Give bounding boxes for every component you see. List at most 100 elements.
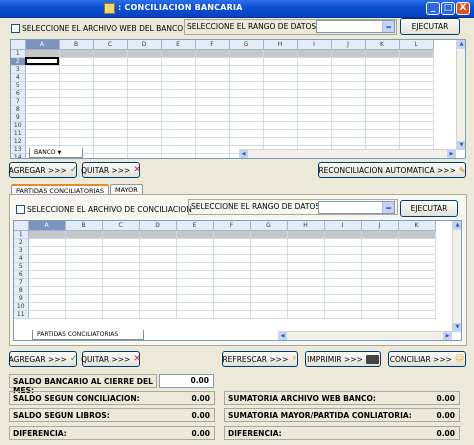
grid-cell[interactable] bbox=[195, 81, 230, 90]
column-header[interactable]: D bbox=[139, 221, 177, 231]
grid-cell[interactable] bbox=[176, 230, 214, 239]
grid-cell[interactable] bbox=[287, 246, 325, 255]
grid-cell[interactable] bbox=[324, 230, 362, 239]
column-header[interactable]: C bbox=[93, 40, 128, 50]
grid-cell[interactable] bbox=[195, 105, 230, 114]
grid-cell[interactable] bbox=[399, 65, 434, 74]
maximize-button[interactable]: □ bbox=[441, 2, 455, 15]
grid-cell[interactable] bbox=[59, 57, 94, 66]
grid-cell[interactable] bbox=[102, 270, 140, 279]
grid-cell[interactable] bbox=[65, 262, 103, 271]
column-header[interactable]: K bbox=[365, 40, 400, 50]
grid-cell[interactable] bbox=[398, 294, 436, 303]
grid-cell[interactable] bbox=[139, 294, 177, 303]
grid-cell[interactable] bbox=[263, 89, 298, 98]
grid-cell[interactable] bbox=[127, 89, 162, 98]
grid-cell[interactable] bbox=[324, 278, 362, 287]
row-header[interactable]: 9 bbox=[14, 294, 29, 303]
grid-cell[interactable] bbox=[65, 302, 103, 311]
column-header[interactable]: I bbox=[297, 40, 332, 50]
recon-file-checkbox[interactable] bbox=[16, 205, 25, 214]
grid-cell[interactable] bbox=[398, 230, 436, 239]
grid-cell[interactable] bbox=[398, 262, 436, 271]
grid-cell[interactable] bbox=[139, 302, 177, 311]
grid-cell[interactable] bbox=[250, 294, 288, 303]
grid-cell[interactable] bbox=[287, 278, 325, 287]
grid-cell[interactable] bbox=[139, 270, 177, 279]
grid-cell[interactable] bbox=[365, 89, 400, 98]
minimize-button[interactable]: _ bbox=[426, 2, 440, 15]
grid-cell[interactable] bbox=[59, 89, 94, 98]
row-header[interactable]: 11 bbox=[11, 129, 26, 138]
row-header[interactable]: 10 bbox=[11, 121, 26, 130]
grid-cell[interactable] bbox=[365, 97, 400, 106]
grid-cell[interactable] bbox=[28, 270, 66, 279]
recon-sheet-tab[interactable]: PARTIDAS CONCILIATORIAS bbox=[32, 330, 144, 340]
grid-cell[interactable] bbox=[176, 294, 214, 303]
refresh-button[interactable]: REFRESCAR >>> ⚡ bbox=[222, 351, 298, 367]
grid-cell[interactable] bbox=[176, 246, 214, 255]
grid-cell[interactable] bbox=[287, 254, 325, 263]
grid-cell[interactable] bbox=[195, 113, 230, 122]
grid-cell[interactable] bbox=[399, 121, 434, 130]
grid-cell[interactable] bbox=[93, 73, 128, 82]
grid-cell[interactable] bbox=[59, 137, 94, 146]
row-header[interactable]: 1 bbox=[14, 230, 29, 239]
grid-cell[interactable] bbox=[102, 262, 140, 271]
grid-cell[interactable] bbox=[263, 105, 298, 114]
grid-cell[interactable] bbox=[250, 278, 288, 287]
grid-cell[interactable] bbox=[297, 113, 332, 122]
grid-cell[interactable] bbox=[365, 137, 400, 146]
grid-cell[interactable] bbox=[93, 65, 128, 74]
grid-cell[interactable] bbox=[25, 89, 60, 98]
grid-cell[interactable] bbox=[361, 286, 399, 295]
grid-cell[interactable] bbox=[361, 238, 399, 247]
grid-cell[interactable] bbox=[195, 121, 230, 130]
column-header[interactable]: E bbox=[161, 40, 196, 50]
grid-cell[interactable] bbox=[399, 49, 434, 58]
grid-cell[interactable] bbox=[287, 270, 325, 279]
grid-cell[interactable] bbox=[213, 270, 251, 279]
grid-cell[interactable] bbox=[365, 73, 400, 82]
grid-cell[interactable] bbox=[127, 113, 162, 122]
row-header[interactable]: 4 bbox=[14, 254, 29, 263]
grid-cell[interactable] bbox=[229, 105, 264, 114]
grid-cell[interactable] bbox=[59, 73, 94, 82]
grid-cell[interactable] bbox=[127, 153, 162, 158]
grid-cell[interactable] bbox=[331, 57, 366, 66]
grid-cell[interactable] bbox=[25, 81, 60, 90]
row-header[interactable]: 3 bbox=[14, 246, 29, 255]
grid-cell[interactable] bbox=[398, 254, 436, 263]
grid-cell[interactable] bbox=[287, 294, 325, 303]
grid-cell[interactable] bbox=[361, 302, 399, 311]
grid-cell[interactable] bbox=[25, 129, 60, 138]
grid-cell[interactable] bbox=[161, 121, 196, 130]
grid-cell[interactable] bbox=[399, 81, 434, 90]
grid-cell[interactable] bbox=[213, 278, 251, 287]
row-header[interactable]: 13 bbox=[11, 145, 26, 154]
grid-cell[interactable] bbox=[102, 302, 140, 311]
grid-cell[interactable] bbox=[65, 270, 103, 279]
grid-cell[interactable] bbox=[161, 153, 196, 158]
grid-cell[interactable] bbox=[263, 57, 298, 66]
grid-cell[interactable] bbox=[297, 105, 332, 114]
grid-cell[interactable] bbox=[297, 137, 332, 146]
grid-cell[interactable] bbox=[399, 137, 434, 146]
grid-cell[interactable] bbox=[195, 97, 230, 106]
grid-cell[interactable] bbox=[25, 49, 60, 58]
grid-cell[interactable] bbox=[176, 278, 214, 287]
grid-cell[interactable] bbox=[161, 113, 196, 122]
recon-vertical-scrollbar[interactable]: ▲ ▼ bbox=[452, 221, 461, 332]
grid-cell[interactable] bbox=[229, 89, 264, 98]
grid-cell[interactable] bbox=[161, 65, 196, 74]
grid-cell[interactable] bbox=[161, 129, 196, 138]
auto-reconcile-button[interactable]: RECONCILIACION AUTOMATICA >>> ✎ bbox=[318, 162, 466, 178]
column-header[interactable]: H bbox=[287, 221, 325, 231]
grid-cell[interactable] bbox=[127, 105, 162, 114]
grid-cell[interactable] bbox=[195, 89, 230, 98]
grid-cell[interactable] bbox=[102, 230, 140, 239]
grid-cell[interactable] bbox=[25, 105, 60, 114]
grid-cell[interactable] bbox=[93, 81, 128, 90]
grid-cell[interactable] bbox=[127, 49, 162, 58]
grid-cell[interactable] bbox=[195, 129, 230, 138]
